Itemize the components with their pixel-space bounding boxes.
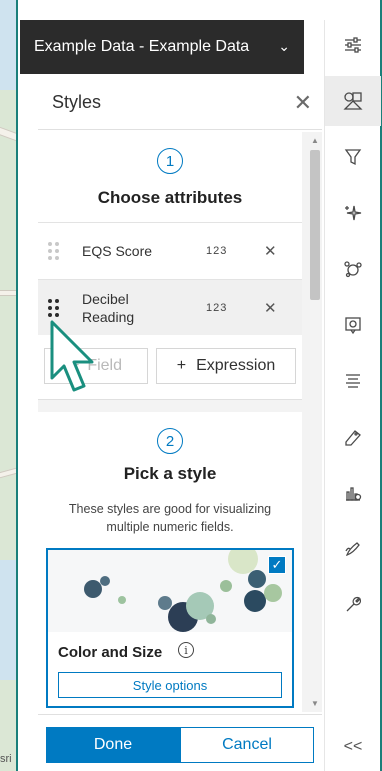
properties-tool[interactable] — [325, 20, 381, 70]
add-field-button[interactable]: + Field — [44, 348, 148, 384]
map-water — [0, 0, 16, 90]
popups-icon — [345, 317, 361, 335]
styles-tool[interactable] — [325, 76, 381, 126]
done-button[interactable]: Done — [46, 727, 180, 763]
labels-tool[interactable] — [325, 412, 381, 462]
style-card-color-and-size[interactable]: ✓ Color and Size i Style options — [46, 548, 294, 708]
choose-attributes-card: 1 Choose attributes EQS Score 123 ✕ Deci… — [38, 132, 302, 400]
wrench-icon — [346, 596, 362, 612]
drag-handle-icon[interactable] — [48, 242, 59, 260]
attribute-name: Decibel Reading — [82, 290, 135, 325]
info-icon[interactable]: i — [178, 642, 194, 658]
clustering-tool[interactable] — [325, 244, 381, 294]
configure-tool[interactable] — [325, 580, 381, 630]
styles-icon — [343, 92, 363, 110]
selected-checkmark-icon: ✓ — [268, 556, 286, 574]
collapse-panel-button[interactable]: << — [325, 729, 381, 765]
preview-dot — [206, 614, 216, 624]
fields-tool[interactable] — [325, 356, 381, 406]
close-icon[interactable]: ✕ — [294, 90, 312, 116]
map-attribution[interactable]: sri — [0, 753, 16, 765]
effects-icon — [345, 205, 362, 221]
attribute-row-decibel-reading[interactable]: Decibel Reading 123 ✕ — [38, 279, 302, 335]
scroll-up-arrow-icon[interactable]: ▲ — [311, 136, 319, 145]
preview-dot — [118, 596, 126, 604]
remove-attribute-icon[interactable]: ✕ — [264, 242, 277, 260]
preview-dot — [244, 590, 266, 612]
step-subtitle: These styles are good for visualizing mu… — [68, 502, 272, 534]
preview-dot — [248, 570, 266, 588]
preview-dot — [264, 584, 282, 602]
attribute-row-eqs-score[interactable]: EQS Score 123 ✕ — [38, 222, 302, 278]
add-field-label: Field — [87, 357, 123, 374]
charts-tool[interactable] — [325, 468, 381, 518]
pick-style-card: 2 Pick a style These styles are good for… — [38, 412, 302, 712]
sketch-tool[interactable] — [325, 524, 381, 574]
number-type-icon: 123 — [206, 244, 228, 257]
right-toolbar: << — [324, 20, 381, 771]
layer-selector[interactable]: Example Data - Example Data ⌄ — [20, 20, 304, 74]
cancel-button[interactable]: Cancel — [180, 727, 314, 763]
filter-tool[interactable] — [325, 132, 381, 182]
attribute-name: EQS Score — [82, 242, 153, 259]
step-title-pick-style: Pick a style — [123, 464, 217, 483]
preview-dot — [100, 576, 110, 586]
layer-selector-label: Example Data - Example Data — [34, 38, 250, 55]
popups-tool[interactable] — [325, 300, 381, 350]
panel-footer: Done Cancel — [38, 714, 322, 771]
clustering-icon — [344, 261, 362, 278]
number-type-icon: 123 — [206, 301, 228, 314]
step-title-choose-attributes: Choose attributes — [97, 188, 243, 207]
charts-icon — [346, 487, 362, 501]
scrollbar[interactable]: ▲ ▼ — [308, 132, 322, 712]
add-expression-button[interactable]: + Expression — [156, 348, 296, 384]
style-preview-image: ✓ — [48, 550, 292, 632]
add-expression-label: Expression — [196, 357, 276, 374]
plus-icon: + — [69, 357, 80, 374]
map-view[interactable]: sri — [0, 0, 16, 771]
effects-tool[interactable] — [325, 188, 381, 238]
map-road — [0, 126, 16, 142]
styles-panel-header: Styles ✕ — [38, 76, 322, 130]
chevron-down-icon: ⌄ — [278, 38, 290, 54]
preview-dot — [158, 596, 172, 610]
map-road — [0, 290, 16, 296]
drag-handle-icon[interactable] — [48, 299, 59, 317]
style-options-button[interactable]: Style options — [58, 672, 282, 698]
scrollbar-thumb[interactable] — [310, 150, 320, 300]
labels-icon — [345, 430, 361, 446]
remove-attribute-icon[interactable]: ✕ — [264, 299, 277, 317]
styles-scroll-area[interactable]: 1 Choose attributes EQS Score 123 ✕ Deci… — [38, 132, 322, 712]
sketch-icon — [345, 542, 360, 557]
properties-icon — [345, 37, 361, 53]
style-name: Color and Size — [58, 644, 163, 661]
map-road — [0, 466, 16, 480]
scroll-down-arrow-icon[interactable]: ▼ — [311, 699, 319, 708]
panel-title: Styles — [52, 92, 102, 112]
filter-icon — [344, 149, 362, 166]
preview-dot — [220, 580, 232, 592]
step-number-2: 2 — [157, 428, 183, 454]
step-number-1: 1 — [157, 148, 183, 174]
map-water — [0, 560, 16, 680]
fields-icon — [346, 374, 360, 388]
plus-icon: + — [176, 357, 187, 374]
